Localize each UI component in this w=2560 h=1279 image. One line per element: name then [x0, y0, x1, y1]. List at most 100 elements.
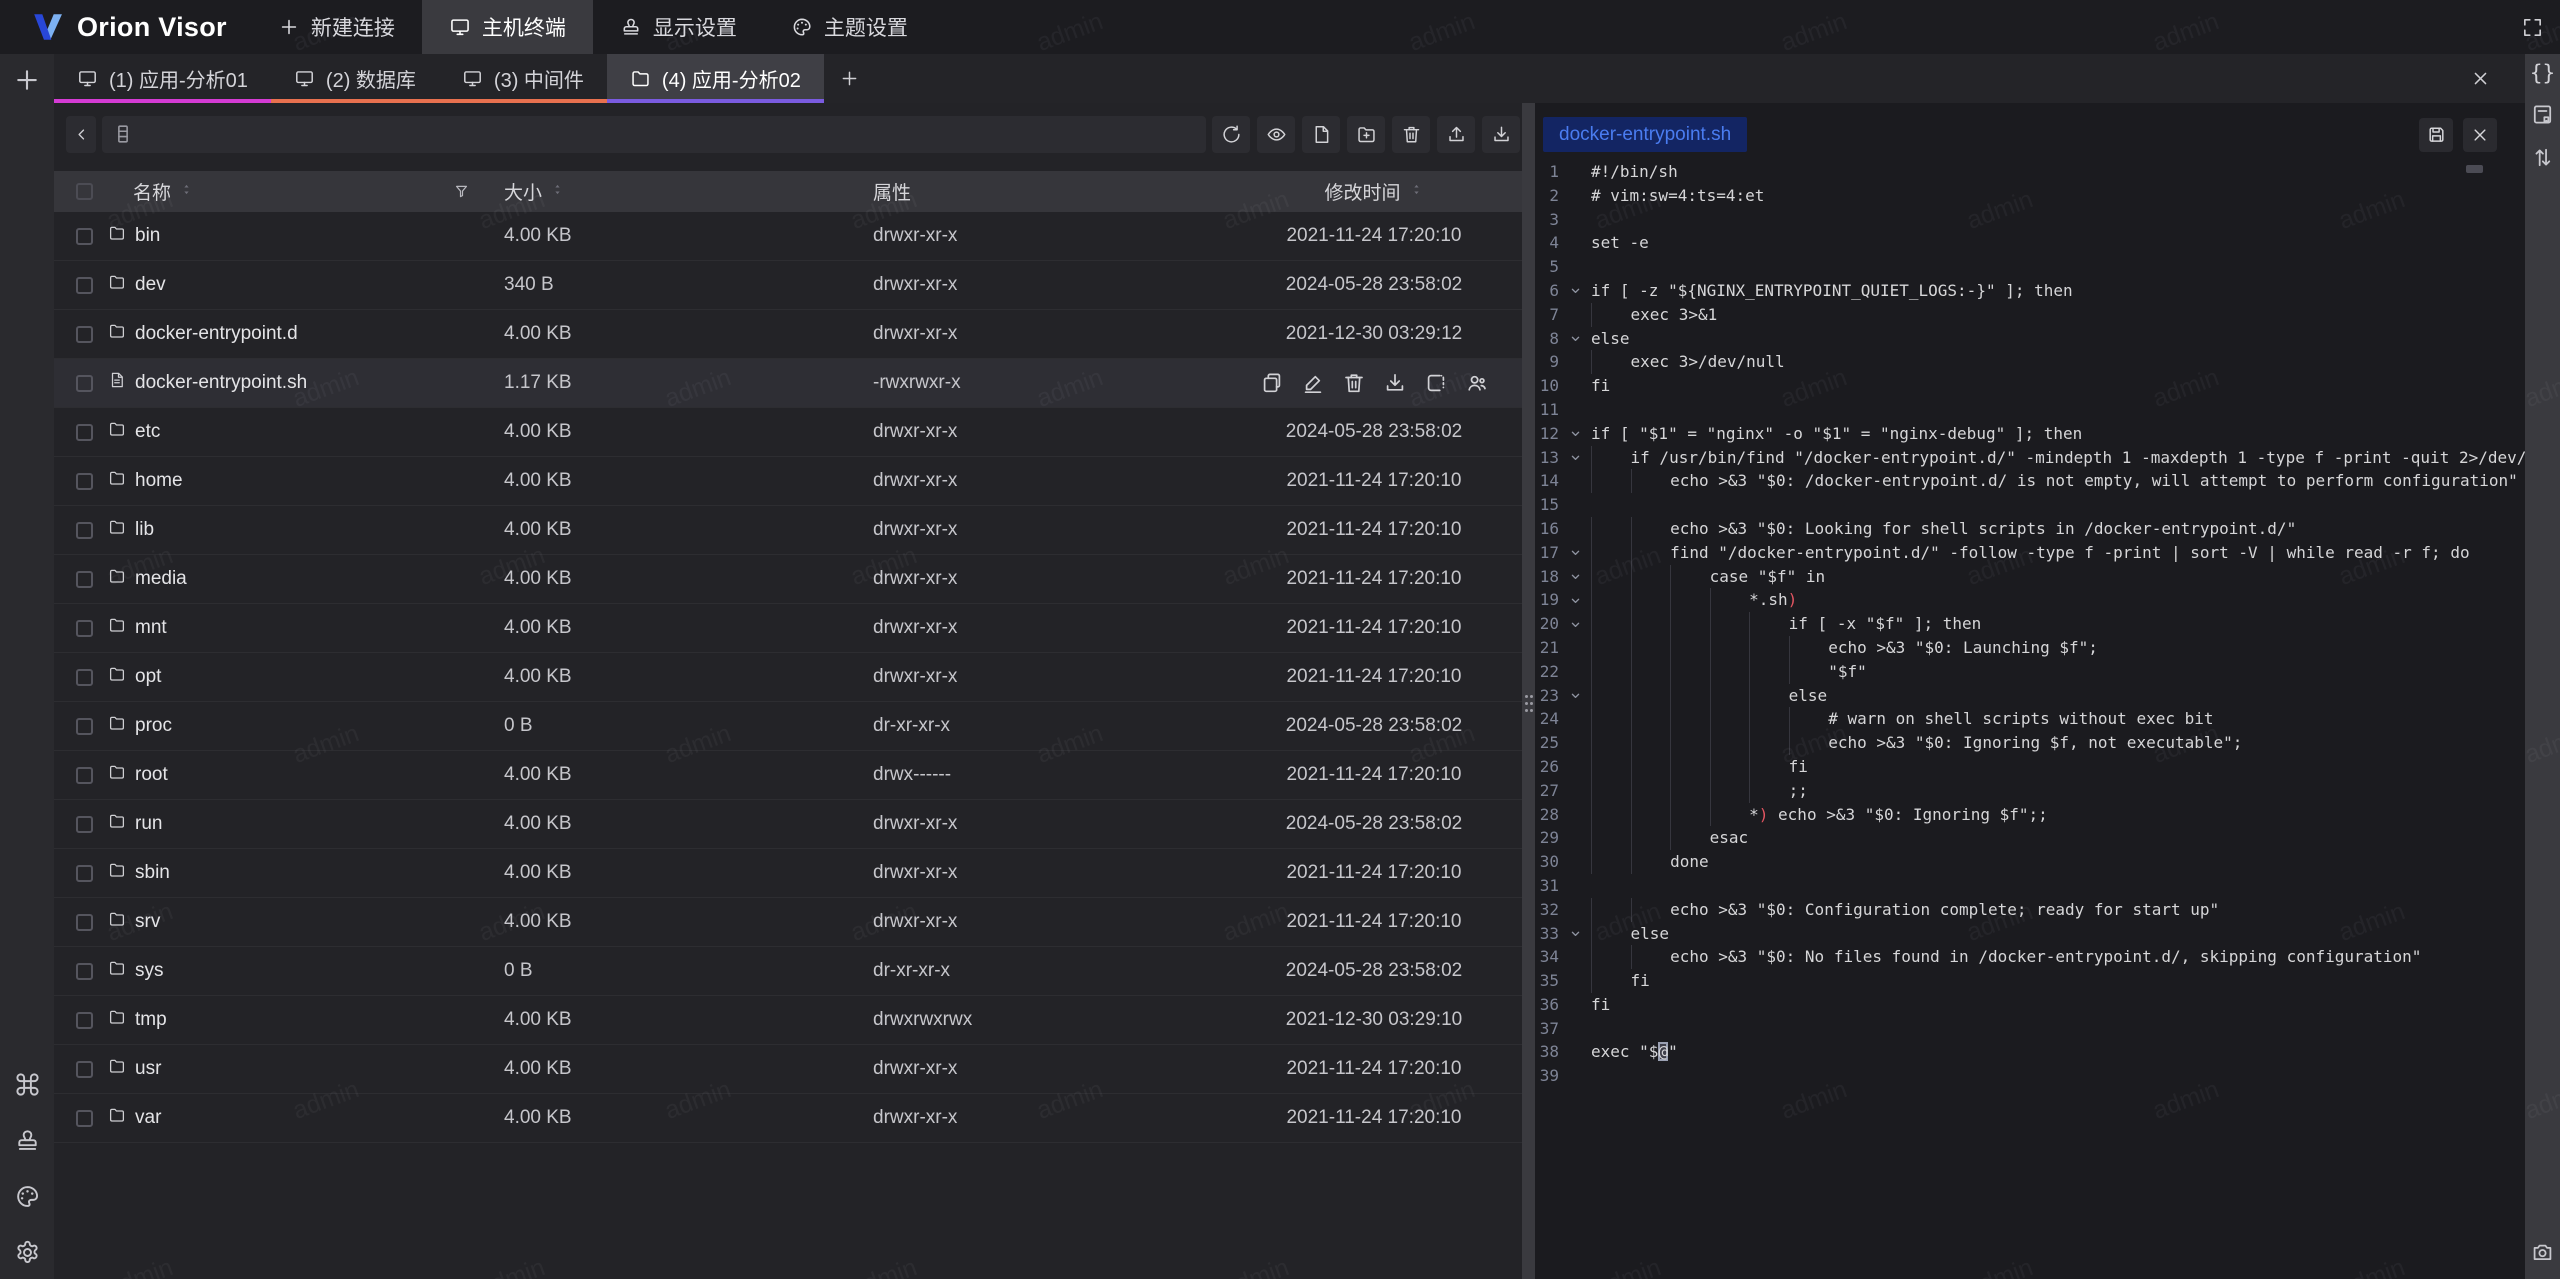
sidebar-settings-button[interactable]	[14, 1239, 41, 1266]
row-checkbox[interactable]	[76, 326, 93, 343]
session-tab-3[interactable]: (3) 中间件	[439, 54, 607, 103]
column-header-name[interactable]: 名称	[104, 178, 504, 205]
fold-toggle-icon[interactable]	[1559, 422, 1591, 446]
file-row-etc[interactable]: etc4.00 KBdrwxr-xr-x2024-05-28 23:58:02	[54, 408, 1522, 457]
nav-item-new-connection[interactable]: 新建连接	[251, 0, 422, 54]
row-checkbox[interactable]	[76, 963, 93, 980]
row-checkbox[interactable]	[76, 522, 93, 539]
row-checkbox[interactable]	[76, 1110, 93, 1127]
file-row-root[interactable]: root4.00 KBdrwx------2021-11-24 17:20:10	[54, 751, 1522, 800]
file-row-sbin[interactable]: sbin4.00 KBdrwxr-xr-x2021-11-24 17:20:10	[54, 849, 1522, 898]
row-checkbox[interactable]	[76, 620, 93, 637]
close-session-button[interactable]	[2470, 68, 2491, 89]
row-checkbox[interactable]	[76, 669, 93, 686]
row-checkbox[interactable]	[76, 375, 93, 392]
file-row-run[interactable]: run4.00 KBdrwxr-xr-x2024-05-28 23:58:02	[54, 800, 1522, 849]
file-row-lib[interactable]: lib4.00 KBdrwxr-xr-x2021-11-24 17:20:10	[54, 506, 1522, 555]
row-action-edit-button[interactable]	[1301, 371, 1325, 395]
file-row-sys[interactable]: sys0 Bdr-xr-xr-x2024-05-28 23:58:02	[54, 947, 1522, 996]
nav-item-display-settings[interactable]: 显示设置	[593, 0, 764, 54]
file-row-usr[interactable]: usr4.00 KBdrwxr-xr-x2021-11-24 17:20:10	[54, 1045, 1522, 1094]
download-button[interactable]	[1482, 116, 1520, 153]
row-checkbox[interactable]	[76, 424, 93, 441]
row-checkbox[interactable]	[76, 914, 93, 931]
editor-file-tab[interactable]: docker-entrypoint.sh	[1543, 117, 1747, 152]
row-checkbox[interactable]	[76, 865, 93, 882]
fold-toggle-icon[interactable]	[1559, 612, 1591, 636]
row-action-move-button[interactable]	[1424, 371, 1448, 395]
fold-toggle-icon[interactable]	[1559, 565, 1591, 589]
editor-scrollbar-thumb[interactable]	[2466, 165, 2483, 173]
sort-icon[interactable]	[550, 181, 565, 203]
row-checkbox[interactable]	[76, 816, 93, 833]
file-row-srv[interactable]: srv4.00 KBdrwxr-xr-x2021-11-24 17:20:10	[54, 898, 1522, 947]
file-row-media[interactable]: media4.00 KBdrwxr-xr-x2021-11-24 17:20:1…	[54, 555, 1522, 604]
sort-icon[interactable]	[179, 181, 194, 203]
row-checkbox[interactable]	[76, 1012, 93, 1029]
save-file-button[interactable]	[2419, 118, 2453, 152]
toggle-hidden-button[interactable]	[1257, 116, 1295, 153]
row-checkbox[interactable]	[76, 718, 93, 735]
row-action-permissions-button[interactable]	[1465, 371, 1489, 395]
refresh-button[interactable]	[1212, 116, 1250, 153]
file-row-docker-entrypoint.sh[interactable]: docker-entrypoint.sh1.17 KB-rwxrwxr-x	[54, 359, 1522, 408]
add-tab-button[interactable]	[824, 54, 875, 103]
session-tab-2[interactable]: (2) 数据库	[271, 54, 439, 103]
right-rail-snippets-button[interactable]: {}	[2530, 63, 2555, 84]
file-row-home[interactable]: home4.00 KBdrwxr-xr-x2021-11-24 17:20:10	[54, 457, 1522, 506]
file-row-dev[interactable]: dev340 Bdrwxr-xr-x2024-05-28 23:58:02	[54, 261, 1522, 310]
right-rail-file-bookmark-button[interactable]	[2530, 102, 2555, 127]
row-checkbox[interactable]	[76, 473, 93, 490]
row-action-copy-button[interactable]	[1260, 371, 1284, 395]
fullscreen-button[interactable]	[2521, 16, 2544, 39]
session-tab-1[interactable]: (1) 应用-分析01	[54, 54, 271, 103]
fold-toggle-icon[interactable]	[1559, 588, 1591, 612]
row-checkbox[interactable]	[76, 228, 93, 245]
fold-toggle-icon[interactable]	[1559, 922, 1591, 946]
fold-toggle-icon[interactable]	[1559, 684, 1591, 708]
select-all-checkbox[interactable]	[76, 183, 93, 200]
right-rail-screenshot-button[interactable]	[2530, 1240, 2555, 1265]
file-row-bin[interactable]: bin4.00 KBdrwxr-xr-x2021-11-24 17:20:10	[54, 212, 1522, 261]
file-row-opt[interactable]: opt4.00 KBdrwxr-xr-x2021-11-24 17:20:10	[54, 653, 1522, 702]
close-editor-button[interactable]	[2463, 118, 2497, 152]
nav-item-host-terminal[interactable]: 主机终端	[422, 0, 593, 54]
row-checkbox[interactable]	[76, 571, 93, 588]
back-button[interactable]	[66, 116, 96, 153]
file-row-proc[interactable]: proc0 Bdr-xr-xr-x2024-05-28 23:58:02	[54, 702, 1522, 751]
nav-item-theme-settings[interactable]: 主题设置	[764, 0, 935, 54]
row-action-delete-button[interactable]	[1342, 371, 1366, 395]
attr-cell: drwxr-xr-x	[873, 1058, 1258, 1080]
fold-toggle-icon[interactable]	[1559, 327, 1591, 351]
file-row-var[interactable]: var4.00 KBdrwxr-xr-x2021-11-24 17:20:10	[54, 1094, 1522, 1143]
row-checkbox[interactable]	[76, 1061, 93, 1078]
file-row-docker-entrypoint.d[interactable]: docker-entrypoint.d4.00 KBdrwxr-xr-x2021…	[54, 310, 1522, 359]
filter-button[interactable]	[453, 183, 470, 200]
row-action-download-button[interactable]	[1383, 371, 1407, 395]
code-editor[interactable]: 1#!/bin/sh2# vim:sw=4:ts=4:et34set -e56i…	[1535, 160, 2525, 1279]
sidebar-display-settings-button[interactable]	[14, 1127, 41, 1154]
path-input[interactable]	[102, 116, 1206, 153]
file-row-mnt[interactable]: mnt4.00 KBdrwxr-xr-x2021-11-24 17:20:10	[54, 604, 1522, 653]
upload-button[interactable]	[1437, 116, 1475, 153]
sort-icon[interactable]	[1409, 181, 1424, 203]
column-header-mtime[interactable]: 修改时间	[1258, 178, 1490, 205]
file-row-tmp[interactable]: tmp4.00 KBdrwxrwxrwx2021-12-30 03:29:10	[54, 996, 1522, 1045]
new-file-button[interactable]	[1302, 116, 1340, 153]
sidebar-theme-settings-button[interactable]	[14, 1183, 41, 1210]
row-checkbox[interactable]	[76, 767, 93, 784]
folder-icon	[630, 68, 651, 89]
row-checkbox[interactable]	[76, 277, 93, 294]
fold-toggle-icon[interactable]	[1559, 541, 1591, 565]
delete-button[interactable]	[1392, 116, 1430, 153]
session-tab-4[interactable]: (4) 应用-分析02	[607, 54, 824, 103]
right-rail-transfer-list-button[interactable]	[2530, 145, 2555, 170]
fold-toggle-icon[interactable]	[1559, 279, 1591, 303]
brand[interactable]: Orion Visor	[30, 9, 227, 45]
sidebar-shortcut-keys-button[interactable]	[14, 1071, 41, 1098]
column-header-size[interactable]: 大小	[504, 178, 873, 205]
panel-resize-handle[interactable]	[1522, 103, 1535, 1279]
sidebar-add-button[interactable]	[12, 65, 42, 95]
fold-toggle-icon[interactable]	[1559, 446, 1591, 470]
new-folder-button[interactable]	[1347, 116, 1385, 153]
